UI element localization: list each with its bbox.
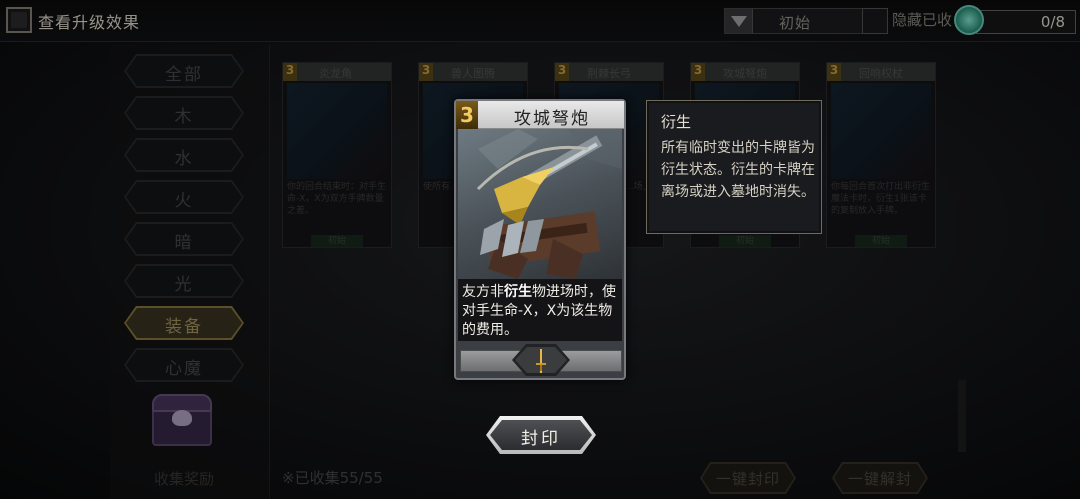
card-title-bar: 3 攻城弩炮 [456,101,624,129]
seal-button-label: 封印 [521,429,561,449]
tooltip-body: 所有临时变出的卡牌皆为衍生状态。衍生的卡牌在离场或进入墓地时消失。 [661,140,815,200]
card-type-badge [460,344,622,376]
card-cost: 3 [456,101,478,129]
seal-button[interactable]: 封印 [486,416,596,454]
card-desc-keyword[interactable]: 衍生 [504,284,532,300]
sword-icon [536,349,546,373]
keyword-tooltip: 衍生 所有临时变出的卡牌皆为衍生状态。衍生的卡牌在离场或进入墓地时消失。 [646,100,822,234]
card-art-ballista [458,129,622,279]
card-description: 友方非衍生物进场时，使对手生命-X，X为该生物的费用。 [462,283,622,340]
card-desc-pre: 友方非 [462,284,504,300]
card-name: 攻城弩炮 [514,109,590,129]
card-detail: 3 攻城弩炮 友方非衍生物进场时，使对手生命-X，X为该生物的费用。 [454,99,626,380]
tooltip-title: 衍生 [661,113,692,131]
card-collection-screen: 查看升级效果 初始 隐藏已收 0/8 全部 木 水 火 暗 光 装备 心魔 收集… [0,0,1080,499]
card-description-box: 友方非衍生物进场时，使对手生命-X，X为该生物的费用。 [458,279,622,341]
